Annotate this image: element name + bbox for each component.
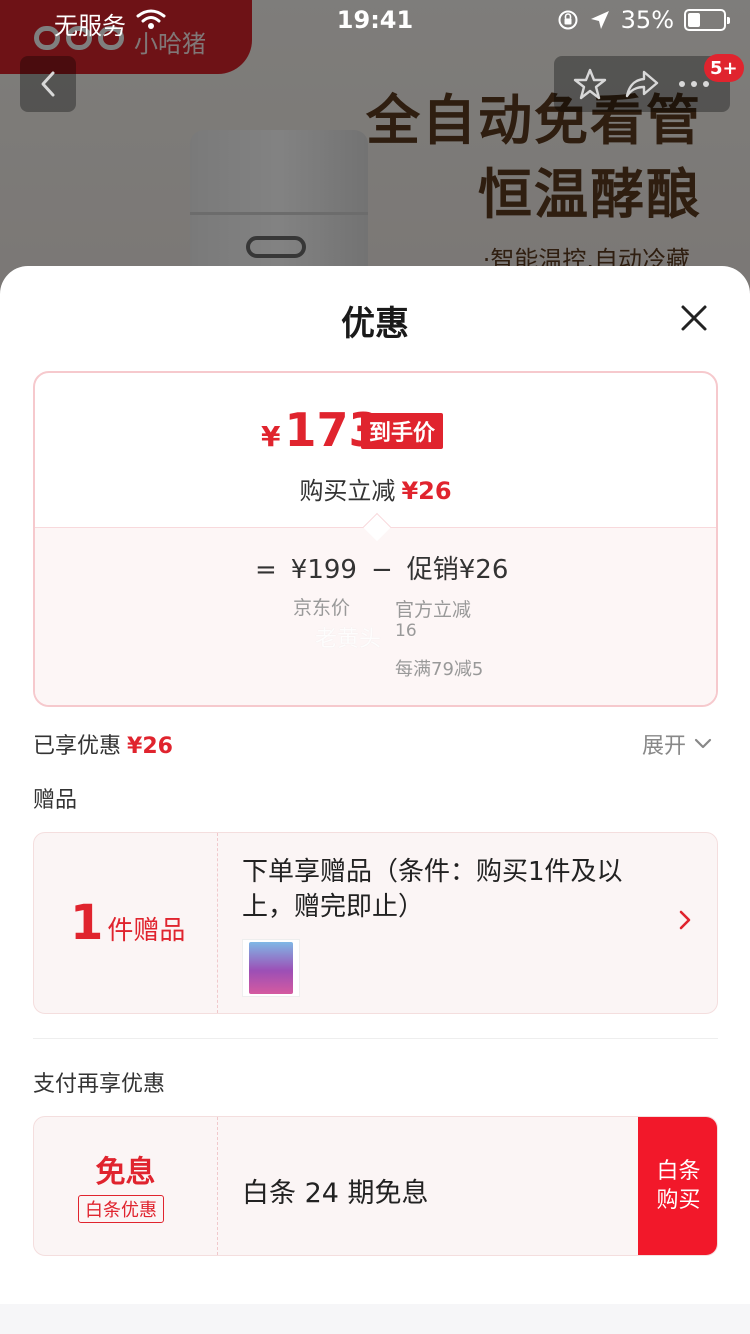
gift-description: 下单享赠品（条件：购买1件及以上，赠完即止） (242, 857, 623, 923)
expand-button[interactable]: 展开 (642, 728, 712, 760)
equals-sign: = (255, 555, 277, 585)
price-breakdown-card: ¥ 173 到手价 购买立减 ¥26 = ¥199 − 促销¥26 京东价 官方立… (33, 371, 718, 707)
back-button[interactable] (20, 56, 76, 112)
currency-symbol: ¥ (261, 420, 281, 453)
baitiao-buy-button[interactable]: 白条购买 (638, 1117, 717, 1255)
bottom-safe-area (0, 1304, 750, 1334)
chevron-right-icon[interactable] (678, 909, 692, 931)
section-divider (33, 1038, 718, 1039)
jd-price-label: 京东价 (293, 597, 351, 619)
chevron-down-icon (694, 738, 712, 749)
gift-card[interactable]: 1 件赠品 下单享赠品（条件：购买1件及以上，赠完即止） (33, 832, 718, 1014)
more-icon[interactable] (677, 79, 711, 89)
gift-count-unit: 件赠品 (107, 916, 186, 946)
orientation-lock-icon (558, 10, 578, 30)
instant-discount-label: 购买立减 (299, 477, 396, 505)
promo-value: 促销¥26 (406, 555, 509, 585)
dim-overlay[interactable] (0, 0, 750, 300)
close-icon[interactable] (676, 300, 712, 336)
gift-section-label: 赠品 (33, 788, 78, 813)
back-icon (41, 71, 55, 97)
gift-count: 1 件赠品 (70, 895, 185, 951)
watermark: 老黄头 (315, 627, 382, 652)
payment-offer-card: 免息 白条优惠 白条 24 期免息 白条购买 (33, 1116, 718, 1256)
favorite-star-icon[interactable] (573, 67, 607, 101)
battery-icon (684, 9, 730, 31)
card-divider (217, 1117, 218, 1255)
payment-section-label: 支付再享优惠 (33, 1072, 166, 1097)
enjoyed-label: 已享优惠 (33, 734, 122, 759)
expand-label: 展开 (642, 734, 687, 759)
instant-discount-value: ¥26 (401, 477, 452, 505)
card-divider (217, 833, 218, 1013)
status-bar: 无服务 19:41 35% (0, 0, 750, 40)
discount-sheet: 优惠 ¥ 173 到手价 购买立减¥26 = ¥199 − 促销¥26 京东价 (0, 266, 750, 1334)
gift-count-number: 1 (70, 895, 104, 951)
enjoyed-value: ¥26 (127, 734, 173, 759)
official-discount-value: 16 (395, 621, 417, 641)
final-price-tag: 到手价 (361, 413, 444, 449)
price-formula: = ¥199 − 促销¥26 (255, 549, 508, 586)
sheet-title: 优惠 (341, 304, 409, 344)
instant-discount: 购买立减 ¥26 (35, 471, 716, 506)
status-right: 35% (557, 6, 730, 34)
battery-percent: 35% (620, 6, 674, 34)
baitiao-tag: 白条优惠 (78, 1195, 164, 1223)
share-icon[interactable] (624, 68, 660, 100)
gift-thumbnail[interactable] (242, 939, 300, 997)
notification-badge: 5+ (704, 54, 744, 82)
enjoyed-discount: 已享优惠 ¥26 (33, 728, 173, 760)
minus-sign: − (370, 555, 393, 585)
screen: 小哈猪 全自动免看管 恒温酵酿 ·智能温控.自动冷藏 5+ 无服务 19:41 … (0, 0, 750, 1334)
installment-description: 白条 24 期免息 (242, 1178, 429, 1209)
jd-price: ¥199 (290, 555, 357, 585)
interest-free-label: 免息 (95, 1155, 156, 1190)
official-discount-label: 官方立减 (395, 599, 472, 621)
location-arrow-icon (590, 11, 609, 29)
threshold-discount: 每满79减5 (395, 659, 484, 680)
